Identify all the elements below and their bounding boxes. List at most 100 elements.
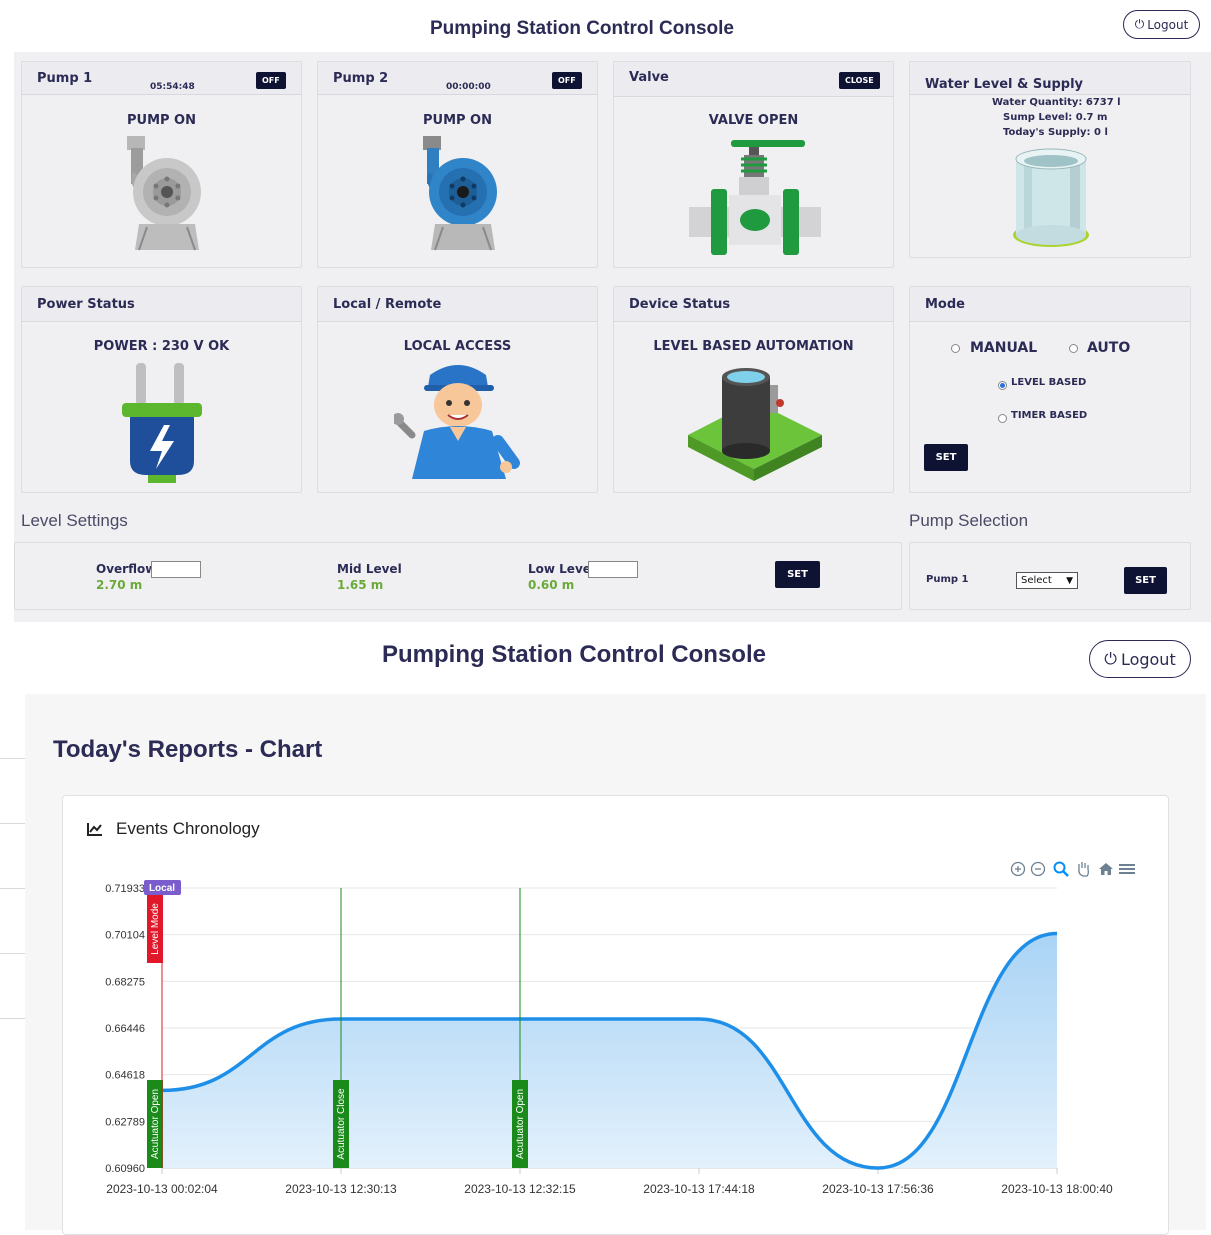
y-tick-label: 0.68275: [105, 976, 145, 988]
valve-icon: [689, 140, 821, 255]
line-chart-icon: [87, 823, 102, 836]
level-set-button[interactable]: SET: [775, 561, 820, 588]
pump1-card: Pump 1 05:54:48 OFF PUMP ON: [21, 61, 302, 268]
local-title: Local / Remote: [333, 296, 442, 312]
pump-gray-icon: [127, 136, 201, 251]
x-tick-label: 2023-10-13 18:00:40: [1001, 1182, 1113, 1196]
page-title: Pumping Station Control Console: [430, 18, 734, 39]
pump1-status: PUMP ON: [126, 113, 196, 128]
annotation-actuator-label: Acutuator Open: [150, 1089, 161, 1159]
y-tick-label: 0.66446: [105, 1023, 145, 1035]
pump-select-dropdown[interactable]: Select ▼: [1016, 572, 1078, 589]
y-tick-label: 0.62789: [105, 1116, 145, 1128]
pump2-card: Pump 2 00:00:00 OFF PUMP ON: [317, 61, 598, 268]
logout-label-2: Logout: [1120, 649, 1176, 669]
low-level-value: 0.60 m: [528, 578, 575, 592]
sidebar-divider: [0, 1018, 25, 1019]
power-title: Power Status: [37, 296, 135, 312]
mode-card: Mode MANUAL AUTO LEVEL BASED TIMER BASED…: [909, 286, 1191, 493]
power-icon: ⏻: [1104, 649, 1117, 668]
mode-set-button[interactable]: SET: [924, 444, 968, 471]
y-tick-label: 0.64618: [105, 1070, 145, 1082]
pump-set-button[interactable]: SET: [1124, 567, 1167, 594]
events-chart: 0.71933 0.70104 0.68275 0.66446 0.64618 0.627…: [105, 880, 1113, 1196]
technician-icon: [394, 365, 520, 479]
logout-button-2[interactable]: ⏻ Logout: [1089, 640, 1191, 678]
pump-select-value: Select: [1021, 575, 1052, 586]
y-tick-label: 0.71933: [105, 883, 145, 895]
logout-label: Logout: [1147, 17, 1189, 32]
sidebar-divider: [0, 953, 25, 954]
y-tick-label: 0.60960: [105, 1163, 145, 1175]
valve-status: VALVE OPEN: [708, 113, 799, 128]
power-card: Power Status POWER : 230 V OK: [21, 286, 302, 493]
sidebar-divider: [0, 758, 25, 759]
annotation-actuator-label: Acutuator Open: [515, 1089, 526, 1159]
level-based-radio[interactable]: [998, 381, 1007, 390]
pump-blue-icon: [423, 136, 497, 251]
local-card: Local / Remote LOCAL ACCESS: [317, 286, 598, 493]
level-based-label: LEVEL BASED: [1011, 377, 1087, 388]
series-area: [162, 933, 1057, 1168]
sidebar-divider: [0, 888, 25, 889]
pump1-off-badge[interactable]: OFF: [256, 72, 286, 89]
power-status: POWER : 230 V OK: [93, 339, 230, 354]
x-tick-label: 2023-10-13 12:30:13: [285, 1182, 397, 1196]
annotation-actuator-label: Acutuator Close: [336, 1088, 347, 1160]
pump-selection-card: Pump 1 Select ▼ SET: [909, 542, 1191, 610]
valve-header: Valve CLOSE: [614, 62, 893, 97]
pump1-header: Pump 1 05:54:48 OFF: [22, 62, 301, 95]
local-status: LOCAL ACCESS: [403, 339, 512, 354]
y-tick-label: 0.70104: [105, 930, 145, 942]
annotation-local-label: Local: [149, 883, 175, 894]
x-tick-label: 2023-10-13 00:02:04: [106, 1182, 218, 1196]
water-header: Water Level & Supply: [910, 62, 1190, 95]
x-tick-label: 2023-10-13 12:32:15: [464, 1182, 576, 1196]
timer-based-radio[interactable]: [998, 414, 1007, 423]
chevron-down-icon: ▼: [1066, 575, 1073, 586]
mode-header: Mode: [910, 287, 1190, 322]
annotation-level-mode-label: Level Mode: [150, 903, 161, 955]
power-icon: ⏻: [1134, 17, 1145, 31]
pump2-off-badge[interactable]: OFF: [552, 72, 582, 89]
water-tank-icon: [1013, 148, 1089, 247]
pump2-status: PUMP ON: [422, 113, 492, 128]
timer-based-label: TIMER BASED: [1011, 410, 1088, 421]
page-title-2: Pumping Station Control Console: [382, 641, 766, 668]
power-plug-icon: [122, 363, 202, 483]
water-card: Water Level & Supply Water Quantity: 673…: [909, 61, 1191, 258]
logout-button[interactable]: ⏻ Logout: [1123, 10, 1200, 39]
manual-radio[interactable]: [951, 344, 960, 353]
overflow-input[interactable]: [151, 561, 201, 578]
reports-title: Today's Reports - Chart: [53, 736, 323, 763]
pump2-header: Pump 2 00:00:00 OFF: [318, 62, 597, 95]
device-card: Device Status LEVEL BASED AUTOMATION: [613, 286, 894, 493]
tank-automation-icon: [688, 368, 822, 481]
pump2-title: Pump 2: [333, 70, 389, 86]
x-tick-label: 2023-10-13 17:44:18: [643, 1182, 755, 1196]
valve-close-badge[interactable]: CLOSE: [839, 72, 880, 89]
low-level-label: Low Level: [528, 562, 596, 576]
pump-selection-title: Pump Selection: [909, 511, 1029, 530]
power-header: Power Status: [22, 287, 301, 322]
overflow-label: Overflow: [96, 562, 157, 576]
mode-title: Mode: [925, 296, 965, 312]
water-quantity: Water Quantity: 6737 l: [992, 97, 1121, 108]
mid-level-label: Mid Level: [337, 562, 402, 576]
auto-radio[interactable]: [1069, 344, 1078, 353]
valve-card: Valve CLOSE VALVE OPEN: [613, 61, 894, 268]
chart-title: Events Chronology: [116, 819, 260, 838]
auto-label: AUTO: [1087, 340, 1131, 356]
water-title: Water Level & Supply: [925, 76, 1084, 92]
pump1-timer: 05:54:48: [150, 82, 195, 92]
sump-level: Sump Level: 0.7 m: [1003, 112, 1108, 123]
todays-supply: Today's Supply: 0 l: [1003, 127, 1108, 138]
low-level-input[interactable]: [588, 561, 638, 578]
device-status: LEVEL BASED AUTOMATION: [653, 339, 854, 354]
pump-selection-label: Pump 1: [926, 574, 969, 585]
device-header: Device Status: [614, 287, 893, 322]
sidebar-divider: [0, 823, 25, 824]
overflow-value: 2.70 m: [96, 578, 143, 592]
pump1-title: Pump 1: [37, 70, 93, 86]
local-header: Local / Remote: [318, 287, 597, 322]
